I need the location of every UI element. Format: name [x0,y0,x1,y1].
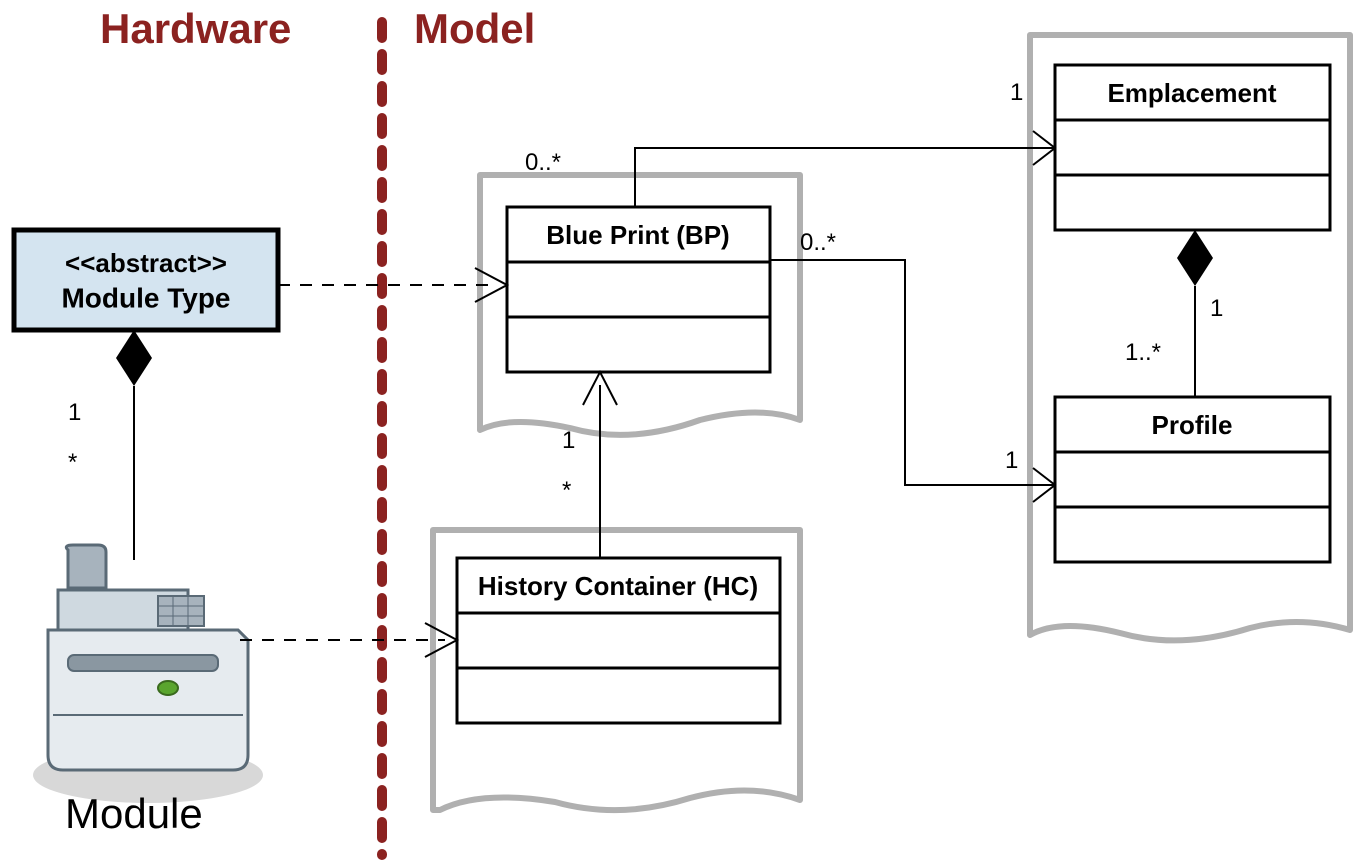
class-blueprint: Blue Print (BP) [507,207,770,372]
section-title-hardware: Hardware [100,5,291,53]
mult-bp-emp-left: 0..* [525,149,561,176]
class-blueprint-name: Blue Print (BP) [546,220,729,250]
diagram-canvas: <<abstract>> Module Type 1 * Blue Print [0,0,1363,863]
mult-hc-bp-top: 1 [562,427,575,454]
class-module-type: <<abstract>> Module Type [14,230,278,330]
module-icon [33,545,263,803]
module-label: Module [65,790,203,838]
section-title-model: Model [414,5,535,53]
class-historycontainer: History Container (HC) [457,558,780,723]
mult-bp-profile-left: 0..* [800,229,836,256]
class-module-type-stereotype: <<abstract>> [65,248,227,278]
composition-diamond-moduletype [116,330,152,386]
mult-hc-bp-bottom: * [562,477,571,504]
class-historycontainer-name: History Container (HC) [478,571,758,601]
mult-emp-profile-top: 1 [1210,295,1223,322]
mult-moduletype-top: 1 [68,399,81,426]
mult-moduletype-bottom: * [68,449,77,476]
class-profile: Profile [1055,397,1330,562]
class-emplacement-name: Emplacement [1107,78,1276,108]
mult-bp-emp-right: 1 [1010,79,1023,106]
mult-emp-profile-bottom: 1..* [1125,339,1161,366]
class-module-type-name: Module Type [61,282,230,313]
class-profile-name: Profile [1152,410,1233,440]
mult-bp-profile-right: 1 [1005,447,1018,474]
class-emplacement: Emplacement [1055,65,1330,230]
composition-diamond-emplacement [1177,230,1213,286]
